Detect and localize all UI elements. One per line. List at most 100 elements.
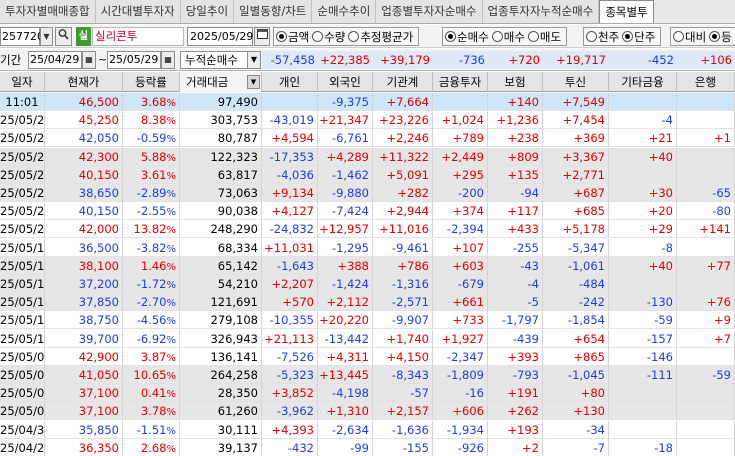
cell-거래대금: 326,943 (180, 329, 262, 348)
cell-거래대금: 303,753 (180, 111, 262, 130)
cell-기타금융: -130 (609, 293, 677, 312)
tab-1[interactable]: 시간대별투자자 (95, 0, 181, 23)
table-row[interactable]: 25/04/2936,3502.68%39,137-432-99-155-926… (0, 438, 735, 456)
radio-circle-icon (709, 31, 721, 42)
cell-보험: -5 (488, 293, 543, 312)
tab-3[interactable]: 일별동향/차트 (234, 0, 313, 23)
column-header-4[interactable]: 개인 (262, 72, 318, 92)
cell-현재가: 35,850 (45, 420, 123, 439)
column-header-6[interactable]: 기관계 (373, 72, 433, 92)
change-rate-value: 5.88 (140, 149, 167, 164)
table-row[interactable]: 25/05/0737,1000.41%28,350+3,852-4,198-57… (0, 384, 735, 403)
table-row[interactable]: 25/05/2042,00013.82%248,290-24,832+12,95… (0, 220, 735, 239)
column-header-7[interactable]: 금융투자 (433, 72, 488, 92)
cell-보험: -4 (488, 275, 543, 293)
radio-radios_a-0[interactable]: 금액 (276, 29, 309, 45)
calendar-button[interactable] (254, 27, 270, 46)
table-row[interactable]: 25/05/1537,200-1.72%54,210+2,207-1,424-1… (0, 275, 735, 293)
cumulative-value: +19,717 (543, 51, 609, 69)
column-header-9[interactable]: 투신 (543, 72, 609, 92)
table-row[interactable]: 25/05/2238,650-2.89%73,063+9,134-9,880+2… (0, 184, 735, 202)
period-from-input[interactable]: 25/04/29 (28, 51, 82, 69)
table-row[interactable]: 25/05/2340,1503.61%63,817-4,036-1,462+5,… (0, 165, 735, 184)
cell-금융투자: +789 (433, 129, 488, 148)
cumulative-value: +22,385 (318, 51, 373, 69)
cell-외국인: -9,880 (318, 184, 373, 202)
table-row[interactable]: 25/05/2742,050-0.59%80,787+4,594-6,761+2… (0, 129, 735, 148)
table-row[interactable]: 25/05/2845,2508.38%303,753-43,019+21,347… (0, 111, 735, 130)
radio-label: 매수 (503, 29, 525, 44)
period-to-input[interactable]: 25/05/29 (107, 51, 161, 69)
radio-radios_b-0[interactable]: 순매수 (445, 29, 489, 45)
table-row[interactable]: 25/05/1239,700-6.92%326,943+21,113-13,44… (0, 329, 735, 348)
tab-5[interactable]: 업종별투자자순매수 (376, 0, 483, 23)
column-header-11[interactable]: 은행 (677, 72, 735, 92)
column-header-8[interactable]: 보험 (488, 72, 543, 92)
realtime-badge: 실 (76, 27, 91, 46)
column-header-5[interactable]: 외국인 (318, 72, 373, 92)
cell-일자: 11:01 (0, 93, 45, 111)
table-row[interactable]: 25/05/0237,1003.78%61,260-3,962+1,310+2,… (0, 402, 735, 421)
column-header-label: 기관계 (386, 75, 419, 89)
radio-radios_a-2[interactable]: 추정평균가 (348, 29, 413, 45)
period-from-calendar-button[interactable]: ▦ (82, 51, 96, 69)
column-header-2[interactable]: 등락률 (123, 72, 180, 92)
radio-radios_d-1[interactable]: 등 (709, 29, 732, 45)
column-header-label: 개인 (278, 75, 301, 89)
cell-기타금융: +40 (609, 147, 677, 166)
column-header-3[interactable]: 거래대금 ▼ (180, 72, 262, 92)
radio-radios_a-1[interactable]: 수량 (312, 29, 345, 45)
radio-radios_c-1[interactable]: 단주 (622, 29, 655, 45)
cell-금융투자: -200 (433, 184, 488, 202)
cell-거래대금: 61,260 (180, 402, 262, 421)
tab-6[interactable]: 업종투자자누적순매수 (482, 0, 600, 23)
column-header-label: 외국인 (329, 75, 361, 89)
tab-0[interactable]: 투자자별매매종합 (0, 0, 96, 23)
table-row[interactable]: 25/05/1437,850-2.70%121,691+570+2,112-2,… (0, 293, 735, 312)
search-button[interactable] (55, 27, 72, 46)
change-rate-value: -0.59 (136, 131, 167, 146)
tab-2[interactable]: 당일추이 (180, 0, 235, 23)
table-row[interactable]: 25/05/2140,150-2.55%90,038+4,127-7,424+2… (0, 202, 735, 221)
cell-외국인: +13,445 (318, 366, 373, 384)
radio-radios_b-2[interactable]: 매도 (527, 29, 561, 45)
stock-code-input[interactable]: 257720 (0, 27, 44, 46)
table-row[interactable]: 25/05/0942,9003.87%136,141-7,526+4,311+4… (0, 347, 735, 366)
cell-기관계: +5,091 (373, 165, 433, 184)
share-unit-radio-group: 천주 단주 (583, 27, 662, 46)
column-header-1[interactable]: 현재가 (45, 72, 123, 92)
cell-기타금융 (609, 402, 677, 421)
table-row[interactable]: 11:01 46,500 3.68% 97,490 -9,375 +7,664 +140 +7… (0, 93, 735, 111)
cell-등락률: 3.78% (123, 402, 180, 421)
cell-금융투자: +733 (433, 311, 488, 330)
radio-radios_d-0[interactable]: 대비 (673, 29, 706, 45)
sort-dropdown-icon[interactable]: ▼ (247, 75, 260, 89)
radio-label: 천주 (598, 29, 620, 44)
table-row[interactable]: 25/05/1936,500-3.82%68,334+11,031-1,295-… (0, 238, 735, 257)
code-dropdown-button[interactable]: ▼ (40, 27, 53, 46)
table-row[interactable]: 25/05/0841,05010.65%264,258-5,323+13,445… (0, 366, 735, 384)
table-row[interactable]: 25/05/1638,1001.46%65,142-1,643+388+786+… (0, 256, 735, 275)
cumulative-selector[interactable]: 누적순매수 (180, 51, 248, 69)
cell-거래대금: 30,111 (180, 420, 262, 439)
table-row[interactable]: 25/05/1338,750-4.56%279,108-10,355+20,22… (0, 311, 735, 330)
table-row[interactable]: 25/04/3035,850-1.51%30,111+4,393-2,634-1… (0, 420, 735, 439)
radio-radios_c-0[interactable]: 천주 (586, 29, 619, 45)
cell-은행: +7 (677, 329, 735, 348)
column-header-10[interactable]: 기타금융 (609, 72, 677, 92)
column-header-0[interactable]: 일자 (0, 72, 45, 92)
radio-radios_b-1[interactable]: 매수 (491, 29, 525, 45)
cell-현재가: 36,350 (45, 438, 123, 456)
tab-bar: 투자자별매매종합 시간대별투자자 당일추이 일별동향/차트 순매수추이 업종별투자자순매수… (0, 0, 735, 24)
period-label: 기간 (0, 53, 22, 67)
cell-개인: +9,134 (262, 184, 318, 202)
table-row[interactable]: 25/05/2642,3005.88%122,323-17,353+4,289+… (0, 147, 735, 166)
cell-투신: -1,045 (543, 366, 609, 384)
cell-기관계: +786 (373, 256, 433, 275)
tab-7[interactable]: 종목별투 (599, 0, 654, 23)
tab-4[interactable]: 순매수추이 (312, 0, 377, 23)
radio-circle-icon (673, 31, 684, 42)
cumulative-dropdown-button[interactable]: ▼ (247, 51, 261, 69)
period-to-calendar-button[interactable]: ▦ (161, 51, 175, 69)
date-input[interactable]: 2025/05/29 (187, 27, 253, 46)
